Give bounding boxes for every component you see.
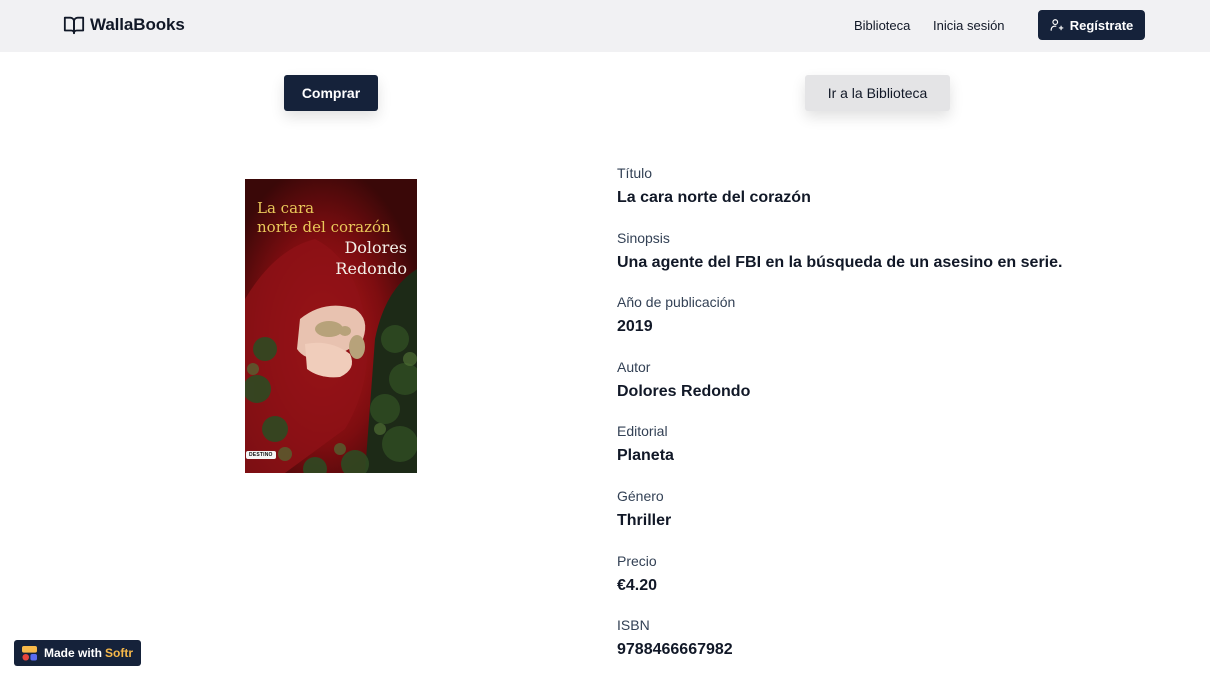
- field-value: Dolores Redondo: [617, 382, 751, 400]
- book-cover-image: La cara norte del corazón Dolores Redond…: [245, 179, 417, 473]
- field-price: Precio €4.20: [617, 553, 1177, 618]
- field-value: Thriller: [617, 511, 672, 529]
- field-label: ISBN: [617, 617, 650, 634]
- made-with-softr-badge[interactable]: Made with Softr: [14, 640, 141, 666]
- field-value: Una agente del FBI en la búsqueda de un …: [617, 253, 1063, 271]
- brand-name: WallaBooks: [90, 15, 185, 34]
- badge-brand: Softr: [105, 646, 134, 660]
- field-value: €4.20: [617, 576, 658, 594]
- field-value: Planeta: [617, 447, 674, 465]
- field-value: 9788466667982: [617, 641, 733, 659]
- field-label: Año de publicación: [617, 294, 736, 311]
- add-user-icon: [1050, 19, 1064, 31]
- cover-author: Dolores Redondo: [335, 238, 407, 278]
- field-label: Editorial: [617, 423, 668, 440]
- field-label: Autor: [617, 358, 651, 375]
- register-label: Regístrate: [1069, 17, 1134, 33]
- nav-link-biblioteca[interactable]: Biblioteca: [854, 18, 910, 33]
- go-to-library-button[interactable]: Ir a la Biblioteca: [805, 75, 950, 111]
- field-publisher: Editorial Planeta: [617, 423, 1177, 488]
- field-isbn: ISBN 9788466667982: [617, 617, 1177, 680]
- field-value: La cara norte del corazón: [617, 189, 811, 206]
- buy-button[interactable]: Comprar: [284, 75, 378, 111]
- brand-link[interactable]: WallaBooks: [63, 14, 185, 36]
- cover-title: La cara norte del corazón: [257, 199, 391, 236]
- field-label: Precio: [617, 552, 657, 569]
- badge-made-with: Made with: [44, 646, 103, 660]
- top-navbar: WallaBooks Biblioteca Inicia sesión Regí…: [0, 0, 1210, 52]
- softr-logo-icon: [22, 645, 37, 661]
- field-genre: Género Thriller: [617, 488, 1177, 553]
- nav-link-login[interactable]: Inicia sesión: [933, 18, 1005, 33]
- field-label: Título: [617, 165, 653, 181]
- field-value: 2019: [617, 318, 653, 336]
- field-year: Año de publicación 2019: [617, 294, 1177, 359]
- register-button[interactable]: Regístrate: [1038, 10, 1145, 40]
- field-author: Autor Dolores Redondo: [617, 359, 1177, 424]
- field-label: Género: [617, 487, 664, 504]
- field-synopsis: Sinopsis Una agente del FBI en la búsque…: [617, 230, 1177, 295]
- cover-publisher-logo: DESTINO: [246, 451, 276, 459]
- open-book-icon: [63, 16, 85, 35]
- field-label: Sinopsis: [617, 229, 670, 246]
- field-title: Título La cara norte del corazón: [617, 165, 1177, 230]
- book-details: Título La cara norte del corazón Sinopsi…: [617, 165, 1177, 680]
